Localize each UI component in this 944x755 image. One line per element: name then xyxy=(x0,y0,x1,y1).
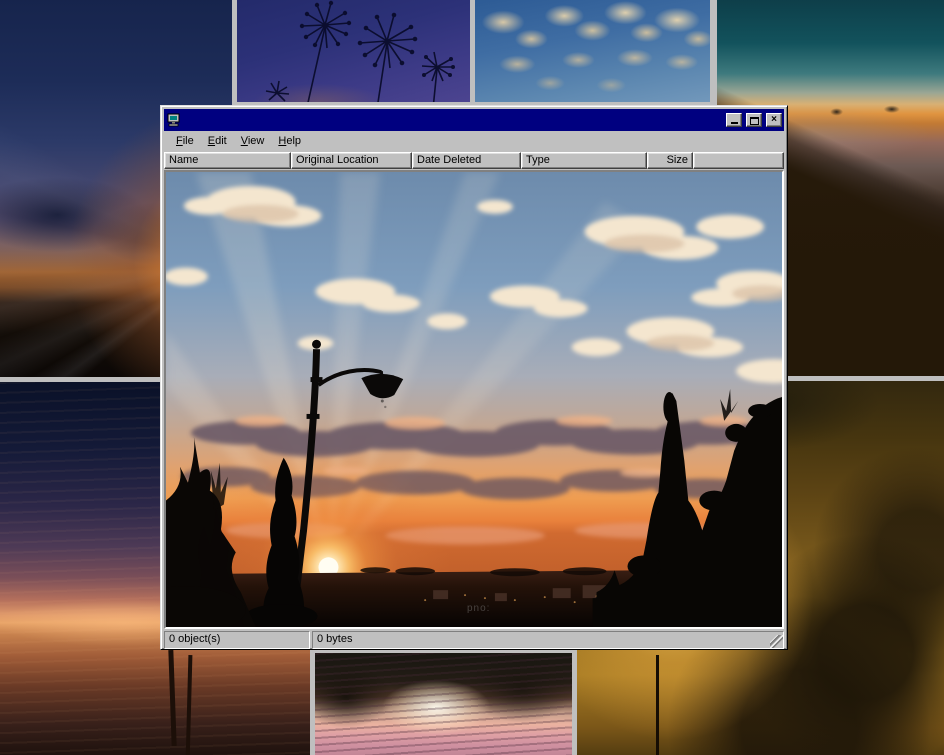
minimize-button[interactable] xyxy=(726,113,742,127)
column-header-blank[interactable] xyxy=(693,152,784,169)
close-button[interactable]: × xyxy=(766,113,782,127)
recycle-bin-window: × File Edit View Help Name Original Loca… xyxy=(160,105,788,650)
column-header-name[interactable]: Name xyxy=(164,152,291,169)
lagoon-pole-silhouette xyxy=(186,655,193,755)
column-header-date-deleted[interactable]: Date Deleted xyxy=(412,152,521,169)
menu-item-help[interactable]: Help xyxy=(271,133,308,150)
sunset-lamp-photo: pno: xyxy=(166,172,782,627)
desktop-photo-tile-blue-sky-clouds xyxy=(470,0,715,107)
desktop: { "colors": { "titlebar": "#000080", "wi… xyxy=(0,0,944,755)
titlebar[interactable]: × xyxy=(164,109,784,131)
column-header-original-location[interactable]: Original Location xyxy=(291,152,412,169)
resize-grip-icon[interactable] xyxy=(770,635,783,648)
status-bar: 0 object(s) 0 bytes xyxy=(164,631,784,649)
photo-watermark: pno: xyxy=(467,603,490,614)
minimize-icon xyxy=(731,122,738,124)
close-icon: × xyxy=(767,114,781,126)
computer-icon[interactable] xyxy=(166,112,182,128)
status-bytes-text: 0 bytes xyxy=(317,633,352,645)
menu-item-view[interactable]: View xyxy=(234,133,272,150)
blue-sky-clouds-photo xyxy=(475,0,710,102)
maximize-button[interactable] xyxy=(746,113,762,127)
lagoon-pole-silhouette xyxy=(168,650,176,746)
column-header-size[interactable]: Size xyxy=(647,152,693,169)
status-objects-panel: 0 object(s) xyxy=(164,631,310,649)
maximize-icon xyxy=(750,117,759,125)
menu-item-edit[interactable]: Edit xyxy=(201,133,234,150)
water-reflection-photo xyxy=(315,653,573,755)
status-bytes-panel: 0 bytes xyxy=(312,631,784,649)
desktop-photo-tile-plant-silhouettes xyxy=(232,0,475,107)
column-header-row: Name Original Location Date Deleted Type… xyxy=(164,152,784,169)
menubar: File Edit View Help xyxy=(164,132,784,151)
plant-silhouettes-drawing xyxy=(237,0,470,102)
menu-item-file[interactable]: File xyxy=(169,133,201,150)
golden-pole-silhouette xyxy=(656,655,659,755)
column-header-type[interactable]: Type xyxy=(521,152,647,169)
list-view[interactable]: pno: xyxy=(164,170,784,629)
desktop-photo-tile-water-reflection xyxy=(310,648,578,755)
